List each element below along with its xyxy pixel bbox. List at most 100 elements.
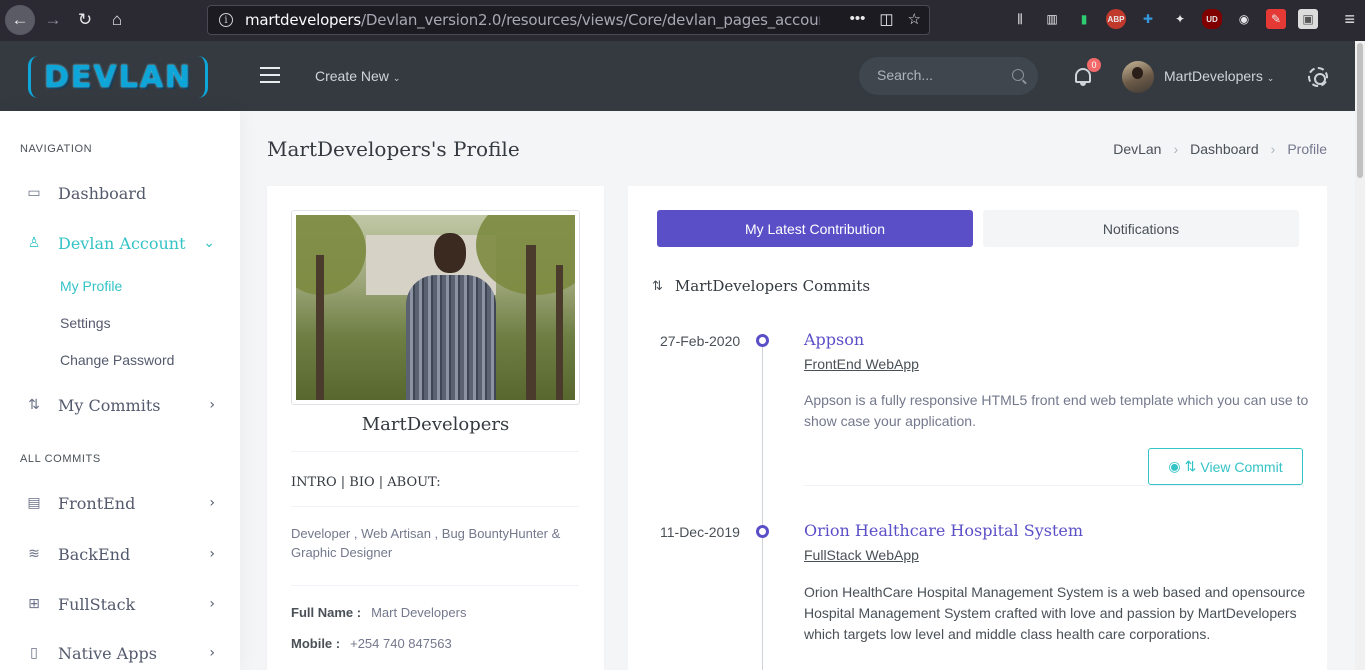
chevron-right-icon: › — [1270, 141, 1276, 157]
page-title: MartDevelopers's Profile — [267, 137, 520, 161]
gear-icon[interactable] — [1308, 67, 1328, 87]
phone-icon: ▯ — [30, 645, 38, 661]
sidebar-item-backend[interactable]: ≋ BackEnd › — [0, 534, 240, 574]
info-icon[interactable]: i — [219, 13, 233, 27]
bookmark-star-icon[interactable]: ☆ — [908, 10, 921, 28]
url-text[interactable]: martdevelopers/Devlan_version2.0/resourc… — [245, 11, 820, 29]
git-pull-icon: ⇅ — [1184, 458, 1197, 474]
forward-icon[interactable]: → — [38, 5, 68, 35]
adblock-icon[interactable]: ABP — [1106, 9, 1126, 29]
sidebar-item-my-commits[interactable]: ⇅ My Commits › — [0, 385, 240, 425]
commit-description: Orion HealthCare Hospital Management Sys… — [804, 584, 1306, 642]
sidebar-item-settings[interactable]: Settings — [60, 315, 111, 331]
divider — [291, 451, 579, 452]
eye-icon: ◉ — [1168, 458, 1181, 474]
tab-notifications[interactable]: Notifications — [983, 210, 1299, 247]
commit-description: Appson is a fully responsive HTML5 front… — [804, 392, 1309, 429]
extension-image-icon[interactable]: ▣ — [1298, 9, 1318, 29]
divider — [291, 585, 579, 586]
profile-photo — [291, 210, 580, 405]
cpu-icon: ⊞ — [28, 596, 40, 612]
tab-latest-contribution[interactable]: My Latest Contribution — [657, 210, 973, 247]
divider — [804, 485, 1304, 486]
chevron-right-icon: › — [209, 495, 215, 511]
commit-date: 11-Dec-2019 — [660, 524, 740, 540]
git-pull-icon: ⇅ — [28, 397, 40, 413]
divider — [291, 506, 579, 507]
avatar[interactable] — [1122, 61, 1154, 93]
full-name-row: Full Name : Mart Developers — [291, 605, 467, 620]
layers-icon: ≋ — [28, 546, 40, 562]
user-icon: ♙ — [27, 235, 41, 251]
chevron-right-icon: › — [209, 397, 215, 413]
search-icon[interactable] — [1012, 69, 1024, 81]
view-commit-button[interactable]: ◉ ⇅ View Commit — [1148, 448, 1303, 485]
chevron-right-icon: › — [209, 596, 215, 612]
library-icon[interactable]: ⫼ — [1010, 9, 1030, 29]
menu-toggle-icon[interactable] — [260, 67, 280, 83]
app-header: DEVLAN Create New ⌄ MartDevelopers ⌄ — [0, 41, 1365, 111]
chevron-right-icon: › — [209, 546, 215, 562]
sidebar: NAVIGATION ▭ Dashboard ♙ Devlan Account … — [0, 111, 240, 670]
breadcrumb-profile: Profile — [1287, 141, 1327, 157]
timeline-line — [762, 338, 763, 670]
reload-icon[interactable]: ↻ — [70, 5, 100, 35]
create-new-dropdown[interactable]: Create New ⌄ — [315, 68, 400, 84]
briefcase-icon: ▤ — [27, 495, 41, 511]
breadcrumb: DevLan › Dashboard › Profile — [1113, 141, 1327, 157]
commit-date: 27-Feb-2020 — [660, 333, 741, 349]
profile-name: MartDevelopers — [361, 414, 510, 435]
menu-title-navigation: NAVIGATION — [20, 143, 93, 155]
search-box — [859, 57, 1038, 95]
browser-menu-icon[interactable]: ≡ — [1344, 9, 1355, 30]
mobile-row: Mobile : +254 740 847563 — [291, 636, 452, 651]
menu-title-all-commits: ALL COMMITS — [20, 453, 101, 465]
devlan-logo[interactable]: DEVLAN — [28, 56, 208, 98]
home-icon[interactable]: ⌂ — [102, 5, 132, 35]
profile-card: MartDevelopers INTRO | BIO | ABOUT: Deve… — [267, 186, 604, 670]
commit-title[interactable]: Orion Healthcare Hospital System — [804, 521, 1083, 540]
chevron-down-icon: ⌄ — [1266, 73, 1275, 83]
chevron-down-icon: ⌄ — [392, 73, 401, 83]
breadcrumb-dashboard[interactable]: Dashboard — [1190, 141, 1259, 157]
back-icon[interactable]: ← — [5, 5, 35, 35]
search-input[interactable] — [877, 67, 997, 83]
page-scrollbar[interactable] — [1355, 41, 1365, 670]
sidebar-icon[interactable]: ▥ — [1042, 9, 1062, 29]
user-menu[interactable]: MartDevelopers ⌄ — [1164, 68, 1274, 84]
page-actions-icon[interactable]: ••• — [850, 10, 866, 28]
notification-badge: 0 — [1087, 58, 1101, 72]
commit-category[interactable]: FrontEnd WebApp — [804, 356, 919, 372]
extension-bird-icon[interactable]: ✦ — [1170, 9, 1190, 29]
sidebar-item-native-apps[interactable]: ▯ Native Apps › — [0, 633, 240, 670]
chevron-down-icon: ⌄ — [203, 235, 215, 251]
breadcrumb-devlan[interactable]: DevLan — [1113, 141, 1161, 157]
address-bar[interactable]: i martdevelopers/Devlan_version2.0/resou… — [207, 5, 930, 35]
sidebar-item-my-profile[interactable]: My Profile — [60, 278, 122, 294]
scrollbar-thumb[interactable] — [1357, 43, 1363, 178]
intro-label: INTRO | BIO | ABOUT: — [291, 475, 441, 490]
ublock-icon[interactable]: UD — [1202, 9, 1222, 29]
pocket-icon[interactable]: ◫ — [879, 10, 893, 28]
extension-puzzle-icon[interactable]: ✚ — [1138, 9, 1158, 29]
extension-pen-icon[interactable]: ✎ — [1266, 9, 1286, 29]
sidebar-item-devlan-account[interactable]: ♙ Devlan Account ⌄ — [0, 223, 240, 263]
contributions-card: My Latest Contribution Notifications ⇅ M… — [628, 186, 1327, 670]
sidebar-item-frontend[interactable]: ▤ FrontEnd › — [0, 483, 240, 523]
browser-toolbar: ← → ↻ ⌂ i martdevelopers/Devlan_version2… — [0, 0, 1365, 41]
sidebar-item-dashboard[interactable]: ▭ Dashboard — [0, 173, 240, 213]
commit-title[interactable]: Appson — [804, 330, 864, 349]
git-pull-icon: ⇅ — [652, 278, 663, 294]
timeline-dot — [756, 334, 769, 347]
chevron-right-icon: › — [209, 645, 215, 661]
timeline-dot — [756, 525, 769, 538]
extension-equalizer-icon[interactable]: ▮ — [1074, 9, 1094, 29]
sidebar-item-fullstack[interactable]: ⊞ FullStack › — [0, 584, 240, 624]
monitor-icon: ▭ — [27, 185, 41, 201]
commits-heading: ⇅ MartDevelopers Commits — [652, 277, 871, 295]
sidebar-item-change-password[interactable]: Change Password — [60, 352, 174, 368]
account-icon[interactable]: ◉ — [1234, 9, 1254, 29]
commit-category[interactable]: FullStack WebApp — [804, 547, 919, 563]
profile-bio: Developer , Web Artisan , Bug BountyHunt… — [291, 526, 561, 560]
chevron-right-icon: › — [1173, 141, 1179, 157]
